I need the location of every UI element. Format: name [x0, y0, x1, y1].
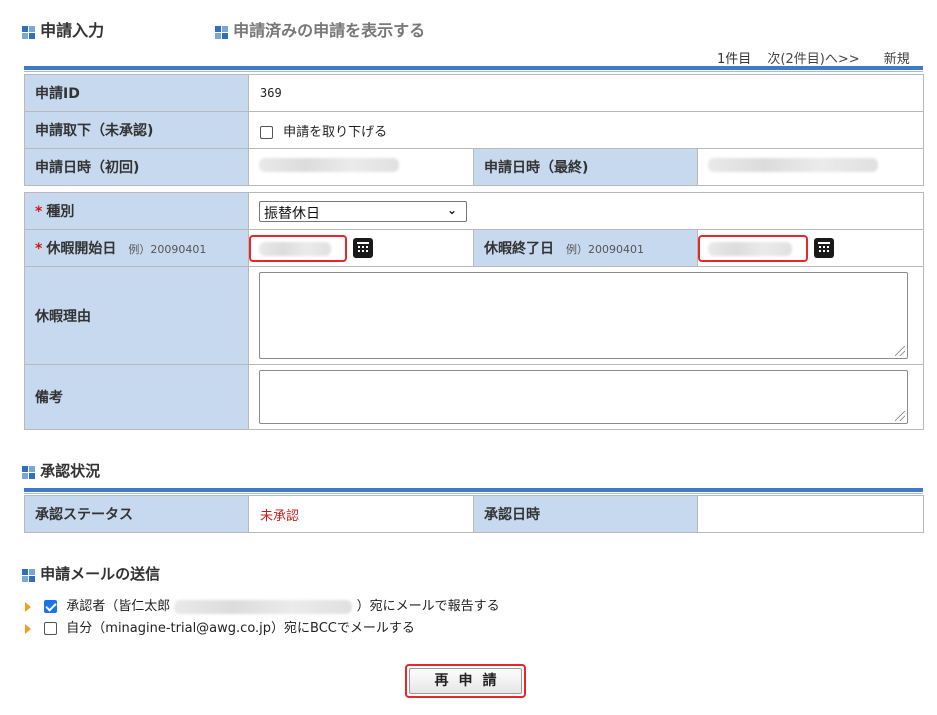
mail-heading-label: 申請メールの送信	[40, 565, 161, 583]
resize-grip-icon[interactable]	[895, 346, 905, 356]
withdraw-checkbox[interactable]	[260, 125, 273, 139]
start-date-label-cell: * 休暇開始日 例）20090401	[24, 229, 249, 267]
type-select[interactable]: 振替休日 ⌄	[259, 200, 467, 222]
approval-status-value: 未承認	[260, 508, 300, 524]
resubmit-button-highlight: 再申請	[405, 664, 526, 698]
approval-heading: 承認状況	[22, 460, 100, 481]
required-mark: *	[35, 241, 43, 257]
approval-date-value	[697, 495, 924, 533]
self-mail-label: 自分（minagine-trial@awg.co.jp）宛にBCCでメールする	[66, 621, 415, 636]
approval-top-bar	[24, 488, 923, 492]
approval-top-bar-line	[24, 493, 923, 494]
approver-mail-suffix: ）宛にメールで報告する	[356, 599, 500, 614]
resubmit-button[interactable]: 再申請	[409, 668, 522, 694]
mail-self-row: 自分（minagine-trial@awg.co.jp）宛にBCCでメールする	[25, 617, 415, 636]
arrow-right-icon	[25, 601, 31, 612]
tab-application-input-label: 申請入力	[40, 21, 105, 40]
approval-date-label: 承認日時	[473, 495, 698, 533]
tab-view-submitted[interactable]: 申請済みの申請を表示する	[215, 17, 425, 41]
approver-mail-checkbox[interactable]	[44, 600, 58, 613]
end-date-label: 休暇終了日	[484, 241, 554, 257]
approver-mail-prefix: 承認者（皆仁太郎	[66, 599, 171, 614]
last-date-value	[697, 148, 924, 186]
withdraw-cell: 申請を取り下げる	[248, 111, 924, 149]
section-icon	[22, 465, 36, 480]
type-label: 種別	[46, 204, 75, 220]
start-date-cell	[248, 229, 474, 267]
approval-heading-label: 承認状況	[40, 462, 101, 480]
tab-application-input[interactable]: 申請入力	[22, 17, 104, 41]
first-date-label: 申請日時（初回)	[24, 148, 249, 186]
mail-approver-row: 承認者（皆仁太郎 ）宛にメールで報告する	[25, 595, 500, 614]
application-info-table: 申請ID 369 申請取下（未承認) 申請を取り下げる 申請日時（初回) 申請日…	[24, 74, 924, 186]
withdraw-checkbox-label: 申請を取り下げる	[283, 124, 388, 140]
leave-form-table: * 種別 振替休日 ⌄ * 休暇開始日 例）20090401 休暇終了日 例）20090…	[24, 192, 925, 430]
section-icon	[215, 25, 229, 40]
last-date-label: 申請日時（最終)	[473, 148, 698, 186]
withdraw-label: 申請取下（未承認)	[24, 111, 249, 149]
end-date-cell	[696, 229, 925, 267]
end-date-example: 例）20090401	[566, 243, 644, 256]
tab-view-submitted-label: 申請済みの申請を表示する	[233, 21, 426, 40]
self-mail-checkbox[interactable]	[44, 622, 58, 635]
reason-textarea[interactable]	[259, 272, 908, 359]
reason-cell	[247, 266, 925, 365]
start-date-example: 例）20090401	[128, 243, 207, 256]
new-record-link[interactable]: 新規	[884, 52, 910, 67]
resize-grip-icon[interactable]	[895, 411, 905, 421]
remarks-textarea[interactable]	[259, 370, 908, 424]
pager-count: 1件目	[717, 52, 752, 67]
section-icon	[22, 568, 36, 583]
section-icon	[22, 25, 36, 40]
calendar-icon[interactable]	[353, 238, 373, 258]
calendar-icon[interactable]	[814, 238, 834, 258]
application-id-value: 369	[248, 74, 924, 112]
required-mark: *	[35, 204, 43, 220]
approver-email-redacted	[174, 599, 353, 614]
application-id-label: 申請ID	[24, 74, 249, 112]
mail-heading: 申請メールの送信	[22, 563, 160, 584]
end-date-label-cell: 休暇終了日 例）20090401	[473, 229, 698, 267]
section-top-bar	[24, 66, 923, 70]
approval-table: 承認ステータス 未承認 承認日時	[24, 495, 924, 533]
first-date-value	[248, 148, 474, 186]
pager: 1件目 次(2件目)へ>> 新規	[717, 48, 910, 67]
type-label-cell: * 種別	[24, 192, 249, 230]
remarks-label: 備考	[24, 364, 249, 430]
arrow-right-icon	[25, 623, 31, 634]
section-top-bar-line	[24, 71, 923, 72]
end-date-input[interactable]	[698, 234, 808, 262]
approval-status-label: 承認ステータス	[24, 495, 249, 533]
remarks-cell	[247, 364, 925, 430]
type-cell: 振替休日 ⌄	[247, 192, 925, 230]
reason-label: 休暇理由	[24, 266, 249, 365]
chevron-down-icon: ⌄	[446, 202, 457, 217]
next-record-link[interactable]: 次(2件目)へ>>	[767, 52, 859, 67]
start-date-label: 休暇開始日	[46, 241, 117, 257]
start-date-input[interactable]	[249, 234, 347, 262]
type-select-value: 振替休日	[264, 205, 320, 222]
